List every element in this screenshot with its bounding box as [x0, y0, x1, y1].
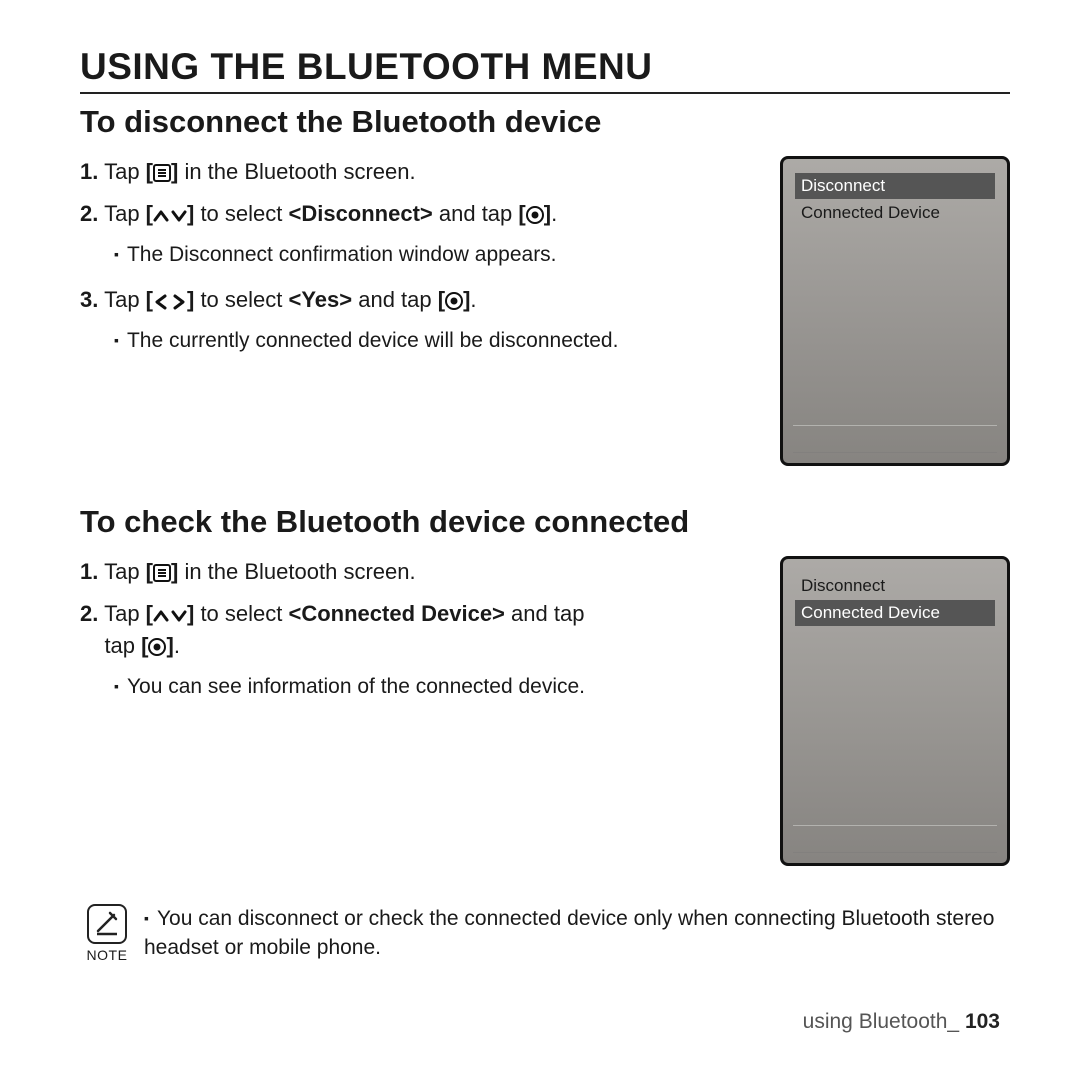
note-icon	[87, 904, 127, 944]
text: and tap	[433, 201, 519, 226]
device-row-connected: Connected Device	[795, 200, 995, 226]
ok-circle-icon	[526, 206, 544, 224]
text: <Yes>	[288, 287, 352, 312]
menu-icon	[153, 164, 171, 182]
section2-step1: 1. Tap [] in the Bluetooth screen.	[80, 556, 756, 588]
text: .	[551, 201, 557, 226]
left-right-icon	[153, 294, 187, 310]
section1-step3-bullet: The currently connected device will be d…	[114, 326, 756, 356]
text: .	[174, 633, 180, 658]
text: to select	[194, 287, 288, 312]
section2-heading: To check the Bluetooth device connected	[80, 504, 1010, 540]
page-number: 103	[965, 1010, 1000, 1033]
device-row-disconnect: Disconnect	[795, 573, 995, 599]
text: in the Bluetooth screen.	[178, 559, 415, 584]
ok-circle-icon	[148, 638, 166, 656]
text: <Disconnect>	[288, 201, 432, 226]
section2-step2: 2. Tap [] to select <Connected Device> a…	[80, 598, 756, 662]
up-down-icon	[153, 608, 187, 624]
device-row-connected: Connected Device	[795, 600, 995, 626]
section2-step2-bullet: You can see information of the connected…	[114, 672, 756, 702]
text: Tap	[104, 601, 146, 626]
section1-step3: 3. Tap [] to select <Yes> and tap [].	[80, 284, 756, 316]
text: Tap	[104, 201, 146, 226]
text: Tap	[104, 287, 146, 312]
section2: 1. Tap [] in the Bluetooth screen. 2. Ta…	[80, 556, 1010, 866]
text: Tap	[104, 559, 146, 584]
text: and tap	[505, 601, 585, 626]
text: and tap	[352, 287, 438, 312]
device-screenshot-1: Disconnect Connected Device	[780, 156, 1010, 466]
text: to select	[194, 601, 288, 626]
section1: 1. Tap [] in the Bluetooth screen. 2. Ta…	[80, 156, 1010, 466]
text: to select	[194, 201, 288, 226]
ok-circle-icon	[445, 292, 463, 310]
note-label: NOTE	[80, 946, 134, 966]
footer-section: using Bluetooth_	[803, 1010, 965, 1033]
device-screenshot-2: Disconnect Connected Device	[780, 556, 1010, 866]
text: .	[470, 287, 476, 312]
footer: using Bluetooth_ 103	[803, 1010, 1000, 1034]
section1-heading: To disconnect the Bluetooth device	[80, 104, 1010, 140]
note-text: You can disconnect or check the connecte…	[144, 904, 1010, 963]
text: in the Bluetooth screen.	[178, 159, 415, 184]
note-block: NOTE You can disconnect or check the con…	[80, 904, 1010, 966]
page-title: USING THE BLUETOOTH MENU	[80, 46, 1010, 94]
section1-step1: 1. Tap [] in the Bluetooth screen.	[80, 156, 756, 188]
text: <Connected Device>	[288, 601, 504, 626]
section1-step2-bullet: The Disconnect confirmation window appea…	[114, 240, 756, 270]
device-row-disconnect: Disconnect	[795, 173, 995, 199]
section1-step2: 2. Tap [] to select <Disconnect> and tap…	[80, 198, 756, 230]
text: Tap	[104, 159, 146, 184]
menu-icon	[153, 564, 171, 582]
up-down-icon	[153, 208, 187, 224]
